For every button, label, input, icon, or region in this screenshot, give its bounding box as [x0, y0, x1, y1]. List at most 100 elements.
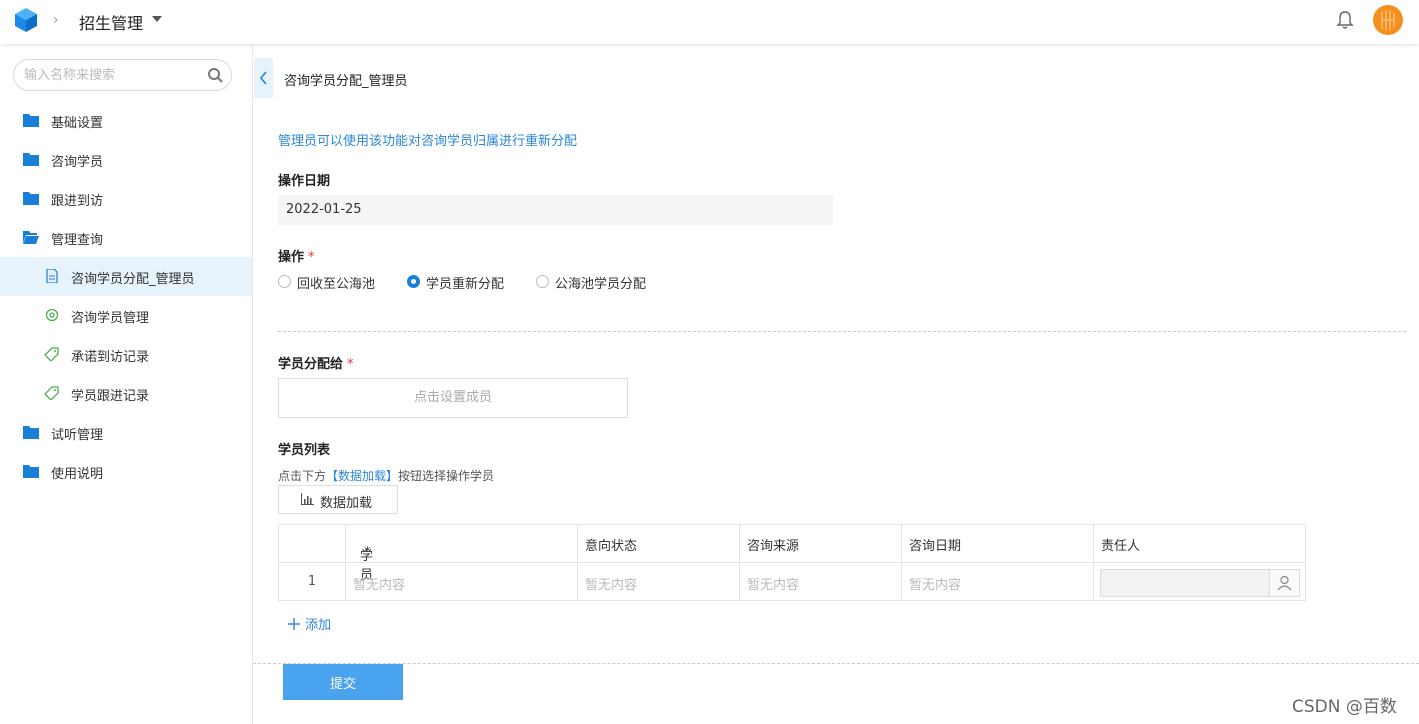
plus-icon	[288, 618, 300, 630]
folder-icon	[23, 192, 39, 205]
table-header-label: 责任人	[1101, 539, 1141, 554]
top-bar: › 招生管理	[0, 0, 1419, 44]
sidebar-item-student-assign-admin[interactable]: 咨询学员分配_管理员	[0, 257, 252, 296]
footer-divider	[253, 663, 1419, 664]
sidebar-item-label: 试听管理	[51, 428, 104, 443]
table-cell-owner	[1094, 562, 1306, 601]
required-mark: *	[308, 250, 315, 265]
table-header: 意向状态	[578, 525, 740, 562]
radio-label: 学员重新分配	[426, 277, 505, 292]
empty-placeholder: 暂无内容	[353, 578, 406, 593]
folder-icon	[23, 114, 39, 127]
folder-icon	[23, 465, 39, 478]
tip-prefix: 点击下方	[278, 469, 327, 483]
student-list-label: 学员列表	[278, 443, 331, 458]
table-row-index: 1	[279, 562, 346, 601]
table-cell[interactable]: 暂无内容	[902, 562, 1094, 601]
bell-icon[interactable]	[1336, 10, 1354, 30]
page-title: 咨询学员分配_管理员	[284, 74, 408, 89]
empty-placeholder: 暂无内容	[585, 578, 638, 593]
caret-down-icon[interactable]	[152, 16, 162, 22]
table-cell[interactable]: 暂无内容	[740, 562, 902, 601]
table-header-label: 咨询日期	[909, 539, 962, 554]
avatar[interactable]	[1373, 5, 1403, 35]
table-header: 咨询日期	[902, 525, 1094, 562]
data-load-button[interactable]: 数据加载	[278, 485, 398, 514]
person-icon	[1277, 575, 1292, 591]
assign-to-label-text: 学员分配给	[278, 357, 344, 372]
sidebar-item-follow-visit[interactable]: 跟进到访	[0, 179, 252, 218]
sidebar: 基础设置 咨询学员 跟进到访 管理查询 咨询学员分配_管理员 咨询学员管理 承诺…	[0, 44, 253, 724]
search-icon[interactable]	[207, 67, 223, 83]
search-input[interactable]	[24, 66, 194, 84]
folder-icon	[23, 153, 39, 166]
sidebar-item-consult-students[interactable]: 咨询学员	[0, 140, 252, 179]
date-label: 操作日期	[278, 174, 331, 189]
sidebar-collapse-button[interactable]	[254, 58, 273, 98]
required-mark: *	[364, 545, 371, 560]
set-member-button[interactable]: 点击设置成员	[278, 378, 628, 418]
tag-icon	[44, 386, 59, 400]
avatar-pattern-icon	[1381, 10, 1395, 31]
empty-placeholder: 暂无内容	[909, 578, 962, 593]
sidebar-item-instructions[interactable]: 使用说明	[0, 452, 252, 491]
sidebar-item-trial-management[interactable]: 试听管理	[0, 413, 252, 452]
table-header: 咨询来源	[740, 525, 902, 562]
student-table: 学员 * 意向状态 咨询来源 咨询日期 责任人 1 暂无内容 暂无内容 暂无内容 …	[278, 524, 1306, 601]
gear-icon	[45, 308, 59, 322]
sidebar-item-label: 学员跟进记录	[71, 389, 150, 404]
radio-circle[interactable]	[536, 275, 549, 288]
folder-icon	[23, 426, 39, 439]
sidebar-search	[13, 59, 232, 91]
assign-to-label: 学员分配给 *	[278, 353, 354, 372]
bar-chart-icon	[301, 493, 314, 505]
sidebar-item-label: 咨询学员分配_管理员	[71, 272, 195, 287]
submit-button[interactable]: 提交	[283, 664, 403, 700]
tag-icon	[44, 347, 59, 361]
radio-circle[interactable]	[278, 275, 291, 288]
tip-highlight: 【数据加载】	[326, 469, 399, 483]
sidebar-item-management-query[interactable]: 管理查询	[0, 218, 252, 257]
sidebar-item-student-management[interactable]: 咨询学员管理	[0, 296, 252, 335]
sidebar-item-label: 管理查询	[51, 233, 104, 248]
table-cell[interactable]: 暂无内容	[346, 562, 578, 601]
table-cell[interactable]: 暂无内容	[578, 562, 740, 601]
operation-label: 操作 *	[278, 246, 315, 265]
sidebar-item-promised-visits[interactable]: 承诺到访记录	[0, 335, 252, 374]
date-value: 2022-01-25	[286, 202, 362, 217]
breadcrumb-separator: ›	[53, 12, 59, 28]
sidebar-item-basic-settings[interactable]: 基础设置	[0, 101, 252, 140]
table-header-label: 意向状态	[585, 539, 638, 554]
radio-label: 回收至公海池	[297, 277, 376, 292]
sidebar-item-label: 基础设置	[51, 116, 104, 131]
tip-suffix: 按钮选择操作学员	[398, 469, 495, 483]
sidebar-item-label: 跟进到访	[51, 194, 104, 209]
chevron-left-icon	[260, 71, 267, 85]
add-label: 添加	[305, 618, 332, 633]
data-load-label: 数据加载	[320, 496, 373, 511]
cube-logo-icon[interactable]	[14, 7, 38, 33]
sidebar-item-label: 咨询学员管理	[71, 311, 150, 326]
table-header-label: 咨询来源	[747, 539, 800, 554]
date-field: 2022-01-25	[278, 195, 833, 225]
radio-circle[interactable]	[407, 275, 420, 288]
watermark: CSDN @百数	[1292, 697, 1397, 717]
add-row-link[interactable]: 添加	[287, 614, 331, 633]
sidebar-item-label: 使用说明	[51, 467, 104, 482]
operation-label-text: 操作	[278, 250, 305, 265]
app-title[interactable]: 招生管理	[79, 10, 143, 34]
row-number: 1	[307, 574, 317, 589]
sidebar-item-label: 咨询学员	[51, 155, 104, 170]
radio-label: 公海池学员分配	[555, 277, 647, 292]
document-icon	[46, 269, 58, 283]
section-divider	[278, 331, 1406, 332]
table-header: 学员 *	[346, 525, 578, 583]
sidebar-item-follow-records[interactable]: 学员跟进记录	[0, 374, 252, 413]
sidebar-item-label: 承诺到访记录	[71, 350, 150, 365]
required-mark: *	[347, 357, 354, 372]
table-header: 责任人	[1094, 525, 1306, 562]
empty-placeholder: 暂无内容	[747, 578, 800, 593]
table-header-index	[279, 525, 346, 562]
folder-open-icon	[23, 231, 39, 244]
select-person-button[interactable]	[1269, 569, 1300, 597]
